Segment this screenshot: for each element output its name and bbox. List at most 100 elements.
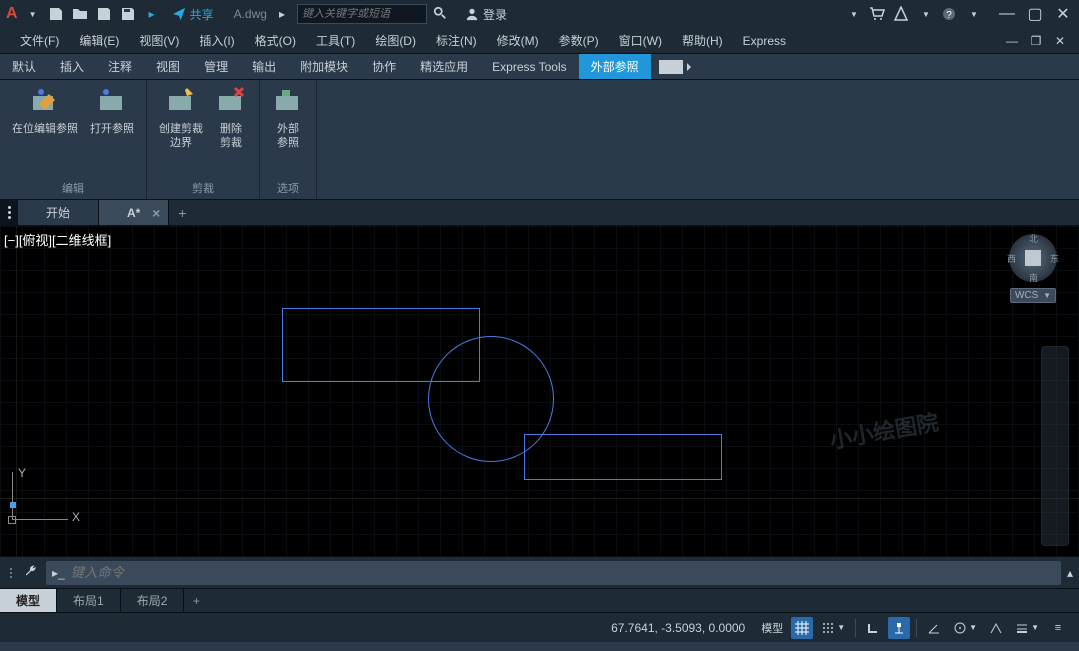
ribbontab-view[interactable]: 视图 — [144, 54, 192, 79]
menu-tools[interactable]: 工具(T) — [306, 32, 365, 49]
tb-dropdown3-icon[interactable]: ▼ — [962, 3, 984, 25]
ribbontab-expresstools[interactable]: Express Tools — [480, 54, 578, 79]
ribbon-group-option-title: 选项 — [260, 177, 316, 199]
cmd-prompt-icon: ▸_ — [52, 566, 65, 580]
search-input[interactable] — [297, 4, 427, 24]
menu-draw[interactable]: 绘图(D) — [365, 32, 426, 49]
command-input[interactable] — [71, 565, 1055, 580]
doc-tabs-menu[interactable] — [0, 200, 18, 225]
saveas-icon[interactable] — [117, 3, 139, 25]
status-snap-icon[interactable]: ▼ — [817, 617, 849, 639]
drawing-rect-2[interactable] — [524, 434, 722, 480]
menu-window[interactable]: 窗口(W) — [609, 32, 672, 49]
ribbontab-annotate[interactable]: 注释 — [96, 54, 144, 79]
layout-tab-model[interactable]: 模型 — [0, 589, 57, 612]
cmd-drag-handle[interactable] — [6, 568, 16, 578]
doc-tab-add-button[interactable]: + — [169, 200, 195, 225]
new-file-icon[interactable] — [45, 3, 67, 25]
cmd-history-icon[interactable]: ▴ — [1067, 566, 1073, 580]
ribbon-tabs: 默认 插入 注释 视图 管理 输出 附加模块 协作 精选应用 Express T… — [0, 54, 1079, 80]
nav-cube-area: 北 南 东 西 WCS ▼ — [1003, 234, 1063, 303]
app-logo-icon[interactable]: A — [6, 5, 18, 23]
menu-format[interactable]: 格式(O) — [245, 32, 306, 49]
search-icon[interactable] — [433, 6, 447, 23]
open-file-icon[interactable] — [69, 3, 91, 25]
ribbontab-collab[interactable]: 协作 — [360, 54, 408, 79]
ribbontab-manage[interactable]: 管理 — [192, 54, 240, 79]
doc-tab-close-icon[interactable]: × — [152, 205, 160, 221]
menu-bar: 文件(F) 编辑(E) 视图(V) 插入(I) 格式(O) 工具(T) 绘图(D… — [0, 28, 1079, 54]
minimize-button[interactable]: — — [997, 4, 1017, 24]
create-clip-icon — [165, 86, 197, 118]
status-model-button[interactable]: 模型 — [757, 617, 787, 639]
doc-close-button[interactable]: ✕ — [1051, 32, 1069, 50]
status-sep — [855, 619, 856, 637]
qat-more-icon[interactable]: ▸ — [141, 3, 163, 25]
coordinate-readout[interactable]: 67.7641, -3.5093, 0.0000 — [611, 621, 745, 635]
doc-minimize-button[interactable]: — — [1003, 32, 1021, 50]
tb-dropdown-icon[interactable]: ▼ — [842, 3, 864, 25]
status-menu-icon[interactable]: ≡ — [1047, 617, 1069, 639]
doc-tabs: 开始 A* × + — [0, 200, 1079, 226]
layout-tab-2[interactable]: 布局2 — [121, 589, 185, 612]
autodesk-icon[interactable] — [890, 3, 912, 25]
tb-dropdown2-icon[interactable]: ▼ — [914, 3, 936, 25]
menu-annotate[interactable]: 标注(N) — [426, 32, 487, 49]
ribbon-group-edit: 在位编辑参照 打开参照 编辑 — [0, 80, 147, 199]
close-button[interactable]: ✕ — [1053, 4, 1073, 24]
maximize-button[interactable]: ▢ — [1025, 4, 1045, 24]
status-polar-icon[interactable] — [888, 617, 910, 639]
layout-add-button[interactable]: + — [184, 589, 208, 612]
edit-in-place-icon — [29, 86, 61, 118]
menu-file[interactable]: 文件(F) — [10, 32, 69, 49]
create-clip-button[interactable]: 创建剪裁边界 — [153, 84, 209, 173]
xref-option-icon — [272, 86, 304, 118]
ribbontab-addon[interactable]: 附加模块 — [288, 54, 360, 79]
open-ref-icon — [96, 86, 128, 118]
drawing-canvas[interactable]: [−][俯视][二维线框] 小小绘图院 Y X 北 南 东 西 WCS ▼ — [0, 226, 1079, 556]
menu-modify[interactable]: 修改(M) — [487, 32, 549, 49]
menu-edit[interactable]: 编辑(E) — [69, 32, 129, 49]
viewport-label[interactable]: [−][俯视][二维线框] — [4, 230, 111, 249]
wcs-dropdown[interactable]: WCS ▼ — [1010, 288, 1056, 303]
nav-north: 北 — [1029, 232, 1038, 245]
share-label: 共享 — [190, 6, 214, 23]
xref-option-button[interactable]: 外部参照 — [266, 84, 310, 173]
edit-in-place-button[interactable]: 在位编辑参照 — [6, 84, 84, 173]
status-grid-icon[interactable] — [791, 617, 813, 639]
status-lineweight-icon[interactable]: ▼ — [1011, 617, 1043, 639]
ribbon-end-toggle[interactable] — [651, 54, 691, 79]
cart-icon[interactable] — [866, 3, 888, 25]
ribbontab-default[interactable]: 默认 — [0, 54, 48, 79]
doc-restore-button[interactable]: ❐ — [1027, 32, 1045, 50]
status-bar: 67.7641, -3.5093, 0.0000 模型 ▼ ▼ ▼ ≡ — [0, 612, 1079, 642]
ribbontab-output[interactable]: 输出 — [240, 54, 288, 79]
view-cube[interactable]: 北 南 东 西 — [1009, 234, 1057, 282]
doc-tab-start[interactable]: 开始 — [18, 200, 99, 225]
status-ortho-icon[interactable] — [862, 617, 884, 639]
nav-south: 南 — [1029, 271, 1038, 284]
status-dyn-icon[interactable] — [985, 617, 1007, 639]
save-icon[interactable] — [93, 3, 115, 25]
delete-clip-button[interactable]: 删除剪裁 — [209, 84, 253, 173]
open-ref-button[interactable]: 打开参照 — [84, 84, 140, 173]
status-osnap-icon[interactable]: ▼ — [949, 617, 981, 639]
ribbontab-insert[interactable]: 插入 — [48, 54, 96, 79]
menu-params[interactable]: 参数(P) — [549, 32, 609, 49]
ucs-x-label: X — [72, 510, 80, 524]
menu-insert[interactable]: 插入(I) — [189, 32, 244, 49]
layout-tab-1[interactable]: 布局1 — [57, 589, 121, 612]
share-button[interactable]: 共享 — [172, 6, 214, 23]
doc-tab-active[interactable]: A* × — [99, 200, 169, 225]
ribbontab-xref[interactable]: 外部参照 — [579, 54, 651, 79]
status-angle-icon[interactable] — [923, 617, 945, 639]
cmd-customize-icon[interactable] — [24, 564, 38, 581]
help-icon[interactable]: ? — [938, 3, 960, 25]
menu-view[interactable]: 视图(V) — [129, 32, 189, 49]
menu-express[interactable]: Express — [733, 34, 796, 48]
qat-dropdown-icon[interactable]: ▼ — [21, 3, 43, 25]
menu-help[interactable]: 帮助(H) — [672, 32, 733, 49]
login-button[interactable]: 登录 — [465, 6, 507, 23]
navigation-bar[interactable] — [1041, 346, 1069, 546]
ribbontab-apps[interactable]: 精选应用 — [408, 54, 480, 79]
